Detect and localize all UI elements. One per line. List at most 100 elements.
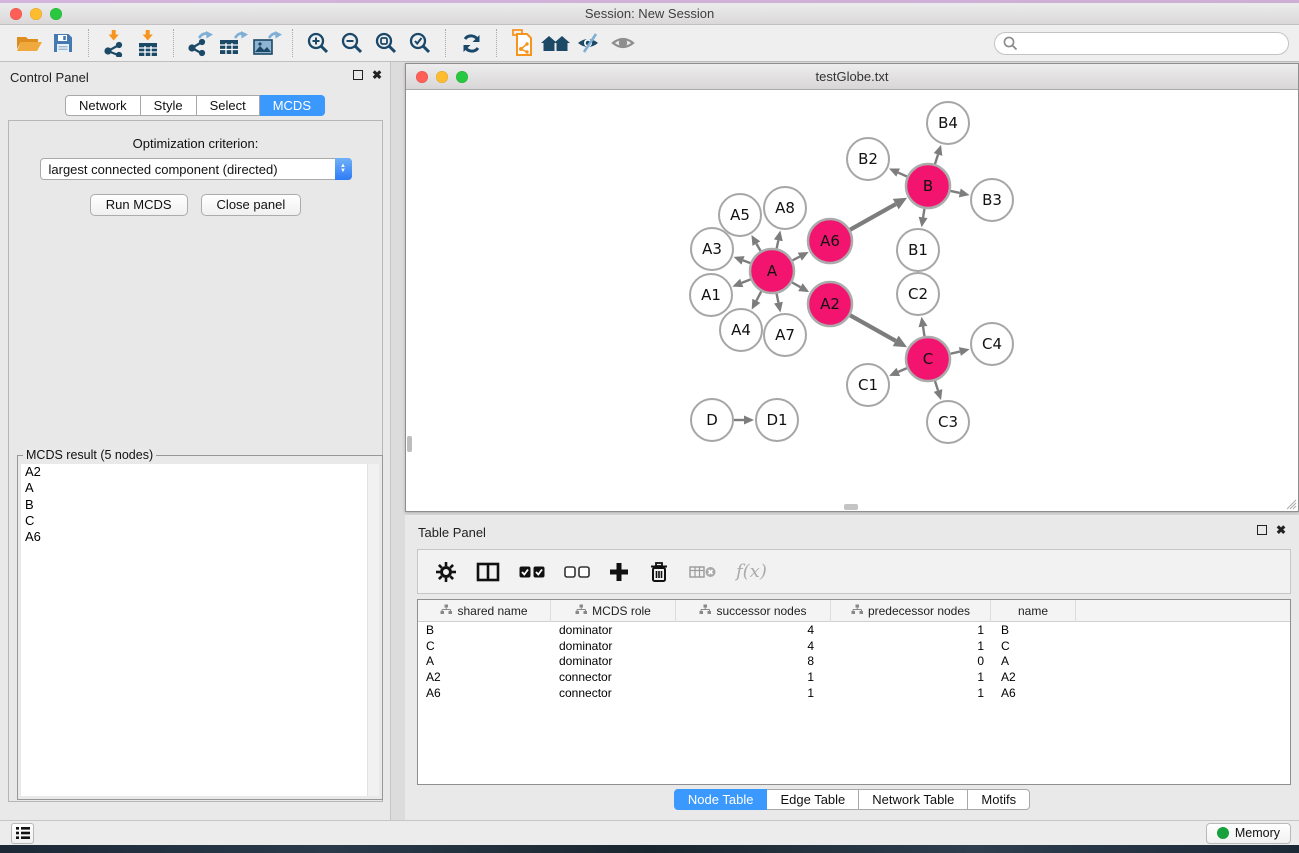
toggle-column-button[interactable] — [476, 562, 500, 582]
graph-edge-B-B1[interactable] — [923, 209, 924, 218]
clone-network-icon — [509, 29, 535, 57]
graph-edge-A2-C[interactable] — [850, 315, 896, 341]
import-network-button[interactable] — [97, 28, 131, 58]
table-cell: 1 — [676, 686, 831, 700]
open-file-button[interactable] — [12, 28, 46, 58]
table-row[interactable]: A6connector11A6 — [418, 685, 1290, 701]
close-panel-button[interactable]: Close panel — [201, 194, 302, 216]
table-row[interactable]: A2connector11A2 — [418, 669, 1290, 685]
homes-icon — [540, 32, 572, 54]
run-mcds-button[interactable]: Run MCDS — [90, 194, 188, 216]
graph-edge-B-B4[interactable] — [935, 154, 938, 164]
graph-edge-A-A5[interactable] — [756, 244, 760, 251]
resize-grip-icon[interactable] — [1283, 496, 1297, 510]
delete-table-button[interactable] — [689, 565, 717, 579]
export-table-button[interactable] — [216, 28, 250, 58]
network-canvas[interactable]: B4B2BB3A8A5A6A3B1AC2A1A2A4A7C4CC1DD1C3 — [407, 91, 1297, 510]
tab-style[interactable]: Style — [141, 95, 197, 116]
show-panels-button[interactable] — [11, 823, 34, 844]
zoom-fit-button[interactable] — [369, 28, 403, 58]
graph-edge-C-C2[interactable] — [923, 327, 924, 337]
function-builder-button[interactable]: f(x) — [736, 561, 767, 582]
mcds-result-item[interactable]: A — [21, 480, 367, 496]
table-cell: C — [991, 639, 1076, 653]
deselect-all-button[interactable] — [564, 566, 590, 578]
mcds-result-item[interactable]: B — [21, 497, 367, 513]
graph-edge-A-A3[interactable] — [743, 260, 750, 263]
graph-edge-A6-B[interactable] — [850, 204, 896, 230]
column-header-predecessor-nodes[interactable]: predecessor nodes — [831, 600, 991, 622]
graph-edge-A-A4[interactable] — [756, 291, 761, 300]
graph-edge-A-A6[interactable] — [792, 257, 799, 261]
unchecked-boxes-icon — [564, 566, 590, 578]
graph-edge-A-A2[interactable] — [792, 282, 800, 287]
show-selected-button[interactable] — [607, 28, 641, 58]
table-row[interactable]: Cdominator41C — [418, 638, 1290, 654]
add-row-button[interactable] — [609, 562, 629, 582]
graph-edge-B-B2[interactable] — [898, 173, 907, 177]
table-cell: dominator — [551, 623, 676, 637]
horizontal-scrollbar-thumb[interactable] — [844, 504, 858, 510]
graph-edge-B-B3[interactable] — [950, 191, 959, 193]
float-table-panel-icon[interactable] — [1257, 525, 1267, 535]
table-row[interactable]: Adominator80A — [418, 653, 1290, 669]
table-cell: 1 — [831, 686, 991, 700]
export-network-button[interactable] — [182, 28, 216, 58]
graph-edge-A-A7[interactable] — [777, 294, 779, 303]
select-all-button[interactable] — [519, 566, 545, 578]
column-header-name[interactable]: name — [991, 600, 1076, 622]
table-tab-network-table[interactable]: Network Table — [859, 789, 968, 810]
close-table-panel-icon[interactable]: ✖ — [1276, 525, 1286, 535]
zoom-out-button[interactable] — [335, 28, 369, 58]
mcds-result-item[interactable]: C — [21, 513, 367, 529]
graph-edge-C-C1[interactable] — [898, 368, 907, 372]
zoom-in-button[interactable] — [301, 28, 335, 58]
criterion-select[interactable]: largest connected component (directed) ▲… — [40, 158, 352, 180]
checked-boxes-icon — [519, 566, 545, 578]
mcds-result-item[interactable]: A6 — [21, 529, 367, 545]
column-type-icon — [575, 604, 587, 615]
hide-selected-button[interactable] — [573, 28, 607, 58]
mcds-list-scrollbar[interactable] — [367, 464, 379, 796]
graph-edge-C-C4[interactable] — [950, 352, 959, 354]
search-input[interactable] — [1023, 36, 1280, 51]
tab-network[interactable]: Network — [65, 95, 141, 116]
delete-row-button[interactable] — [648, 561, 670, 583]
column-header-MCDS-role[interactable]: MCDS role — [551, 600, 676, 622]
column-header-shared-name[interactable]: shared name — [418, 600, 551, 622]
vertical-scrollbar-thumb[interactable] — [407, 436, 412, 452]
control-panel-title: Control Panel — [10, 70, 89, 85]
tab-select[interactable]: Select — [197, 95, 260, 116]
close-panel-icon[interactable]: ✖ — [372, 70, 382, 80]
save-icon — [52, 32, 74, 54]
tab-mcds[interactable]: MCDS — [260, 95, 325, 116]
search-field[interactable] — [994, 32, 1289, 55]
mcds-result-item[interactable]: A2 — [21, 464, 367, 480]
float-panel-icon[interactable] — [353, 70, 363, 80]
zoom-selected-button[interactable] — [403, 28, 437, 58]
export-table-icon — [218, 30, 248, 57]
graph-edge-A-A8[interactable] — [777, 240, 779, 248]
table-settings-button[interactable] — [435, 561, 457, 583]
table-tab-node-table[interactable]: Node Table — [674, 789, 768, 810]
graph-edge-arrowhead — [744, 416, 754, 425]
table-row[interactable]: Bdominator41B — [418, 622, 1290, 638]
clone-network-button[interactable] — [505, 28, 539, 58]
column-header-filler — [1076, 600, 1290, 622]
show-all-button[interactable] — [539, 28, 573, 58]
column-header-successor-nodes[interactable]: successor nodes — [676, 600, 831, 622]
network-graph[interactable]: B4B2BB3A8A5A6A3B1AC2A1A2A4A7C4CC1DD1C3 — [407, 91, 1298, 512]
save-session-button[interactable] — [46, 28, 80, 58]
graph-edge-C-C3[interactable] — [935, 381, 938, 391]
export-image-button[interactable] — [250, 28, 284, 58]
import-table-icon — [135, 30, 161, 57]
refresh-layout-button[interactable] — [454, 28, 488, 58]
table-tab-motifs[interactable]: Motifs — [968, 789, 1030, 810]
graph-edge-A-A1[interactable] — [742, 279, 751, 282]
table-cell: connector — [551, 686, 676, 700]
table-tab-edge-table[interactable]: Edge Table — [767, 789, 859, 810]
memory-button[interactable]: Memory — [1206, 823, 1291, 844]
import-table-button[interactable] — [131, 28, 165, 58]
graph-node-label: D — [706, 411, 718, 429]
graph-node-label: A — [767, 262, 778, 280]
